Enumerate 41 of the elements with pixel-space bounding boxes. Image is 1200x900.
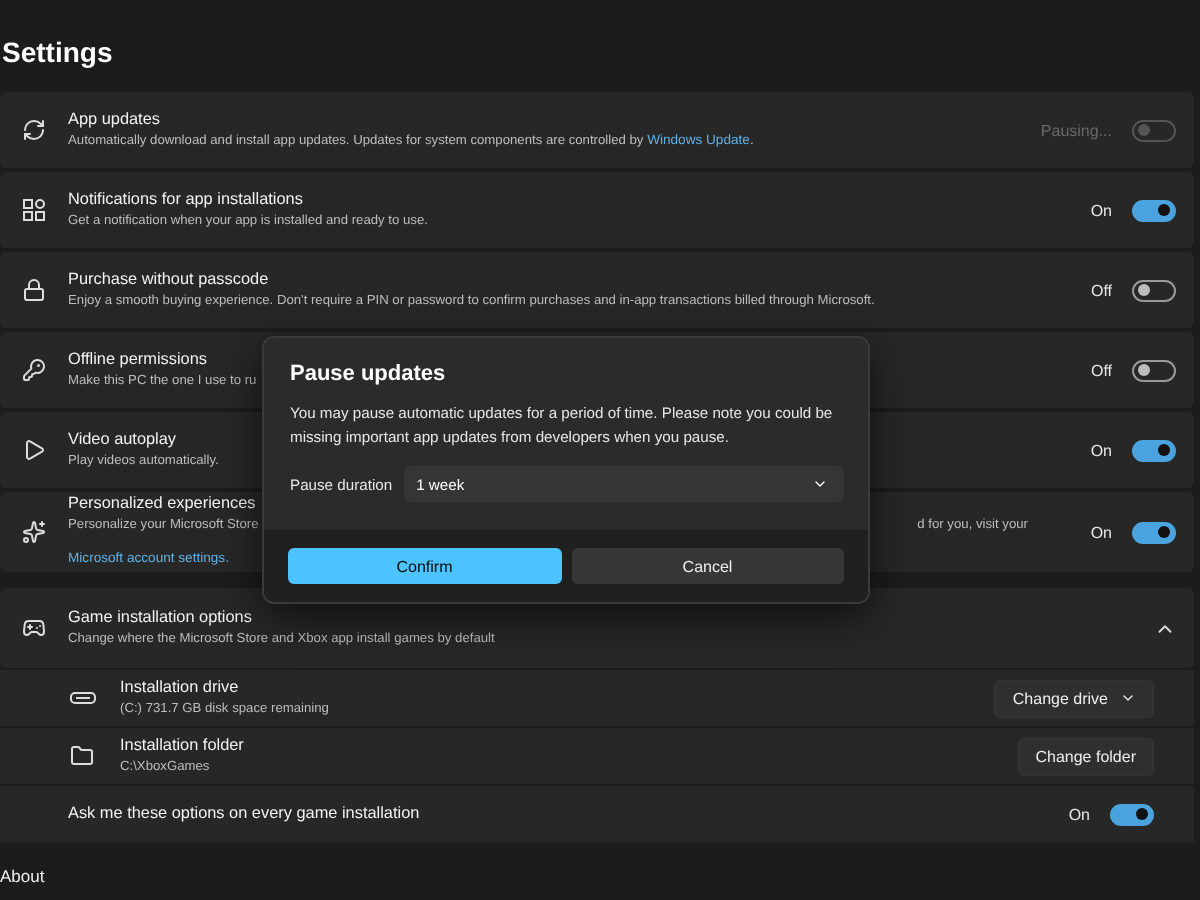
app-grid-icon [22, 198, 46, 222]
folder-icon [70, 744, 94, 768]
caret-icon [812, 476, 828, 492]
toggle-state-label: On [1090, 441, 1112, 459]
setting-title: Offline permissions [68, 348, 209, 372]
setting-title: Installation folder [120, 734, 244, 758]
lock-icon [22, 278, 46, 302]
toggle-switch[interactable] [1132, 439, 1176, 461]
setting-title: Game installation options [68, 606, 254, 630]
change-drive-dropdown[interactable]: Change drive [994, 679, 1154, 717]
setting-title: Notifications for app installations [68, 188, 305, 212]
setting-title: Video autoplay [68, 428, 179, 452]
toggle-state-label: On [1090, 201, 1112, 219]
toggle-state-label: Off [1090, 361, 1112, 379]
caret-icon [1120, 690, 1136, 706]
gamepad-icon [22, 616, 46, 640]
toggle-switch[interactable] [1110, 803, 1154, 825]
setting-title: App updates [68, 108, 162, 132]
sync-icon [22, 118, 46, 142]
toggle-state-label: On [1090, 523, 1112, 541]
toggle-switch[interactable] [1132, 521, 1176, 543]
setting-title: Personalized experiences [68, 492, 258, 516]
dialog-title: Pause updates [290, 362, 448, 386]
section-heading: About [0, 866, 47, 886]
change-folder-button[interactable]: Change folder [1017, 737, 1154, 775]
setting-title: Installation drive [120, 676, 241, 700]
play-icon [22, 438, 46, 462]
confirm-button[interactable]: Confirm [288, 548, 561, 584]
toggle-switch[interactable] [1132, 199, 1176, 221]
toggle-switch[interactable] [1132, 279, 1176, 301]
drive-icon [69, 692, 95, 704]
key-icon [22, 358, 46, 382]
page-title: Settings [2, 34, 115, 72]
toggle-switch[interactable] [1132, 359, 1176, 381]
cancel-button[interactable]: Cancel [571, 548, 844, 584]
toggle-state-label: On [1068, 805, 1090, 823]
setting-title: Ask me these options on every game installation [68, 802, 420, 826]
toggle-state-label: Off [1090, 281, 1112, 299]
setting-title: Purchase without passcode [68, 268, 271, 292]
toggle-state-label: Pausing... [1040, 121, 1112, 139]
sparkle-icon [22, 520, 46, 544]
